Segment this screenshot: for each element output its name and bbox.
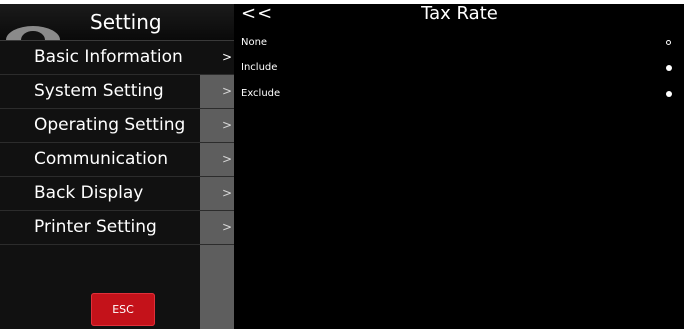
sidebar-title: Setting xyxy=(90,10,162,34)
settings-screen: Setting Basic Information > System Setti… xyxy=(0,3,684,329)
chevron-right-icon: > xyxy=(222,118,233,132)
sidebar-item-basic-information[interactable]: Basic Information > xyxy=(0,41,234,75)
radio-dot-icon[interactable] xyxy=(666,65,672,71)
radio-dot-icon[interactable] xyxy=(666,40,671,45)
sidebar-item-label: Basic Information xyxy=(34,47,183,67)
panel-title: Tax Rate xyxy=(421,3,498,24)
sidebar-item-label: Printer Setting xyxy=(34,217,157,237)
chevron-right-icon: > xyxy=(222,84,233,98)
sidebar-item-back-display[interactable]: Back Display > xyxy=(0,177,234,211)
option-row-none[interactable]: None xyxy=(235,32,684,54)
option-row-exclude[interactable]: Exclude xyxy=(235,83,684,105)
option-label: Exclude xyxy=(241,88,281,99)
sidebar-item-communication[interactable]: Communication > xyxy=(0,143,234,177)
option-row-include[interactable]: Include xyxy=(235,57,684,79)
sidebar-item-label: System Setting xyxy=(34,81,164,101)
logo-emblem-icon xyxy=(6,26,60,40)
sidebar-item-system-setting[interactable]: System Setting > xyxy=(0,75,234,109)
chevron-right-icon: > xyxy=(222,50,233,64)
chevron-right-icon: > xyxy=(222,186,233,200)
sidebar-item-label: Communication xyxy=(34,149,168,169)
sidebar-item-label: Back Display xyxy=(34,183,144,203)
back-button[interactable]: << xyxy=(241,3,273,25)
option-label: Include xyxy=(241,62,278,73)
settings-sidebar: Setting Basic Information > System Setti… xyxy=(0,4,234,329)
radio-dot-icon[interactable] xyxy=(666,91,672,97)
chevron-right-icon: > xyxy=(222,220,233,234)
chevron-right-icon: > xyxy=(222,152,233,166)
tax-rate-panel: Tax Rate << None Include Exclude xyxy=(235,3,684,329)
esc-button[interactable]: ESC xyxy=(91,293,155,326)
option-label: None xyxy=(241,37,268,48)
sidebar-item-operating-setting[interactable]: Operating Setting > xyxy=(0,109,234,143)
sidebar-header: Setting xyxy=(0,4,234,41)
sidebar-item-printer-setting[interactable]: Printer Setting > xyxy=(0,211,234,245)
sidebar-item-label: Operating Setting xyxy=(34,115,186,135)
